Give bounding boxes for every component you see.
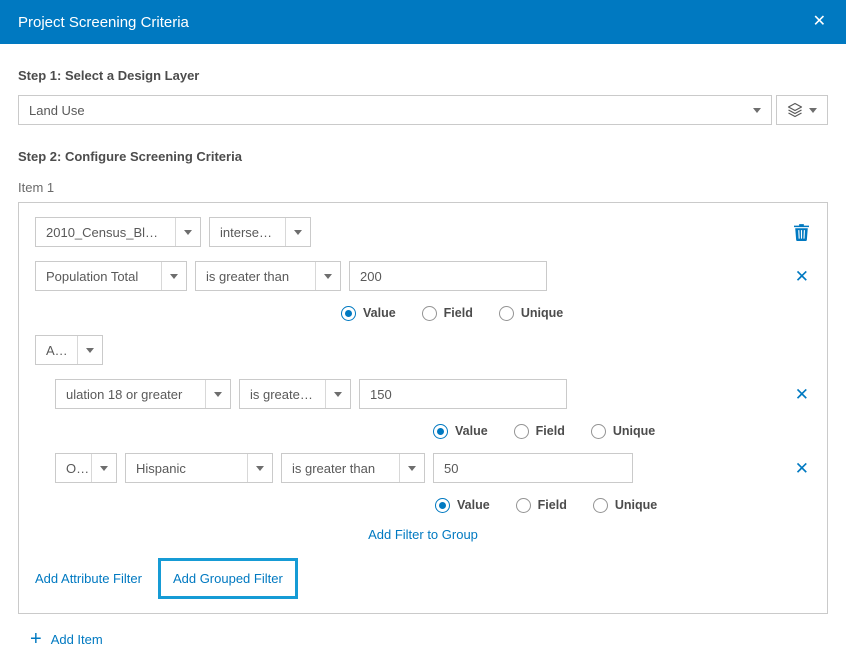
step2-label: Step 2: Configure Screening Criteria [18,149,828,164]
delete-item-button[interactable] [792,224,811,241]
radio-button[interactable] [514,424,529,439]
plus-icon: + [30,629,42,649]
group-filter2-operator-select[interactable]: is greater than [281,453,425,483]
chevron-down-icon [184,230,192,235]
radio-field[interactable]: Field [514,424,565,439]
group-filter2-join-value: OR [56,461,91,476]
target-layer-select[interactable]: 2010_Census_Blocks [35,217,201,247]
remove-filter1-button[interactable]: ✕ [793,268,811,285]
spatial-filter-row: 2010_Census_Blocks intersects [35,217,811,247]
group-filter1-value-input[interactable] [359,379,567,409]
filter1-operator-select[interactable]: is greater than [195,261,341,291]
group-filter1-mode-radios: Value Field Unique [433,423,811,439]
add-item-button[interactable]: + Add Item [30,629,103,649]
group-filter-row-1: ulation 18 or greater is greater than ✕ [35,379,811,409]
radio-button[interactable] [499,306,514,321]
add-attribute-filter-link[interactable]: Add Attribute Filter [35,571,142,586]
join-operator-value: AND [36,343,77,358]
step1-label: Step 1: Select a Design Layer [18,68,828,83]
chevron-down-icon [324,274,332,279]
spatial-operator-value: intersects [210,225,285,240]
filter1-value-input[interactable] [349,261,547,291]
filter1-field-select[interactable]: Population Total [35,261,187,291]
join-operator-select[interactable]: AND [35,335,103,365]
dialog-body: Step 1: Select a Design Layer Land Use S… [0,68,846,649]
chevron-down-icon [753,108,761,113]
add-item-label: Add Item [51,632,103,647]
chevron-down-icon [100,466,108,471]
project-screening-dialog: Project Screening Criteria ✕ Step 1: Sel… [0,0,846,649]
remove-group-filter2-button[interactable]: ✕ [793,460,811,477]
radio-value[interactable]: Value [435,498,490,513]
chevron-down-icon [256,466,264,471]
add-grouped-filter-highlight: Add Grouped Filter [158,558,298,599]
chevron-down-icon [334,392,342,397]
add-filter-to-group-link[interactable]: Add Filter to Group [368,527,478,542]
radio-button[interactable] [422,306,437,321]
chevron-down-icon [214,392,222,397]
group-filter2-mode-radios: Value Field Unique [435,497,811,513]
group-filter1-field-value: ulation 18 or greater [56,387,205,402]
spatial-operator-select[interactable]: intersects [209,217,311,247]
group-filter2-field-select[interactable]: Hispanic [125,453,273,483]
radio-button-selected[interactable] [341,306,356,321]
group-filter1-operator-value: is greater than [240,387,325,402]
group-filter2-join-select[interactable]: OR [55,453,117,483]
radio-button-selected[interactable] [435,498,450,513]
radio-field[interactable]: Field [516,498,567,513]
filter1-operator-value: is greater than [196,269,315,284]
radio-field[interactable]: Field [422,306,473,321]
chevron-down-icon [86,348,94,353]
item1-panel: 2010_Census_Blocks intersects Population… [18,202,828,614]
group-filter2-operator-value: is greater than [282,461,399,476]
item1-label: Item 1 [18,180,828,195]
trash-icon [794,224,809,241]
radio-value[interactable]: Value [341,306,396,321]
group-filter2-field-value: Hispanic [126,461,247,476]
chevron-down-icon [809,108,817,113]
radio-value[interactable]: Value [433,424,488,439]
radio-button[interactable] [593,498,608,513]
group-filter1-operator-select[interactable]: is greater than [239,379,351,409]
chevron-down-icon [408,466,416,471]
radio-unique[interactable]: Unique [499,306,563,321]
chevron-down-icon [294,230,302,235]
filter1-field-value: Population Total [36,269,161,284]
radio-unique[interactable]: Unique [591,424,655,439]
dialog-header: Project Screening Criteria ✕ [0,0,846,44]
radio-button-selected[interactable] [433,424,448,439]
dialog-title: Project Screening Criteria [18,14,189,31]
layers-icon [787,102,803,118]
add-grouped-filter-link[interactable]: Add Grouped Filter [173,571,283,586]
close-icon[interactable]: ✕ [813,14,826,30]
group-filter-row-2: OR Hispanic is greater than ✕ [35,453,811,483]
layer-options-button[interactable] [776,95,828,125]
chevron-down-icon [170,274,178,279]
radio-button[interactable] [591,424,606,439]
design-layer-value: Land Use [19,103,747,118]
join-operator-row: AND [35,335,811,365]
group-filter2-value-input[interactable] [433,453,633,483]
radio-unique[interactable]: Unique [593,498,657,513]
radio-button[interactable] [516,498,531,513]
filter1-mode-radios: Value Field Unique [341,305,811,321]
filter-actions: Add Attribute Filter Add Grouped Filter [35,558,811,599]
target-layer-value: 2010_Census_Blocks [36,225,175,240]
design-layer-row: Land Use [18,95,828,125]
group-filter1-field-select[interactable]: ulation 18 or greater [55,379,231,409]
design-layer-select[interactable]: Land Use [18,95,772,125]
attribute-filter-row-1: Population Total is greater than ✕ [35,261,811,291]
remove-group-filter1-button[interactable]: ✕ [793,386,811,403]
